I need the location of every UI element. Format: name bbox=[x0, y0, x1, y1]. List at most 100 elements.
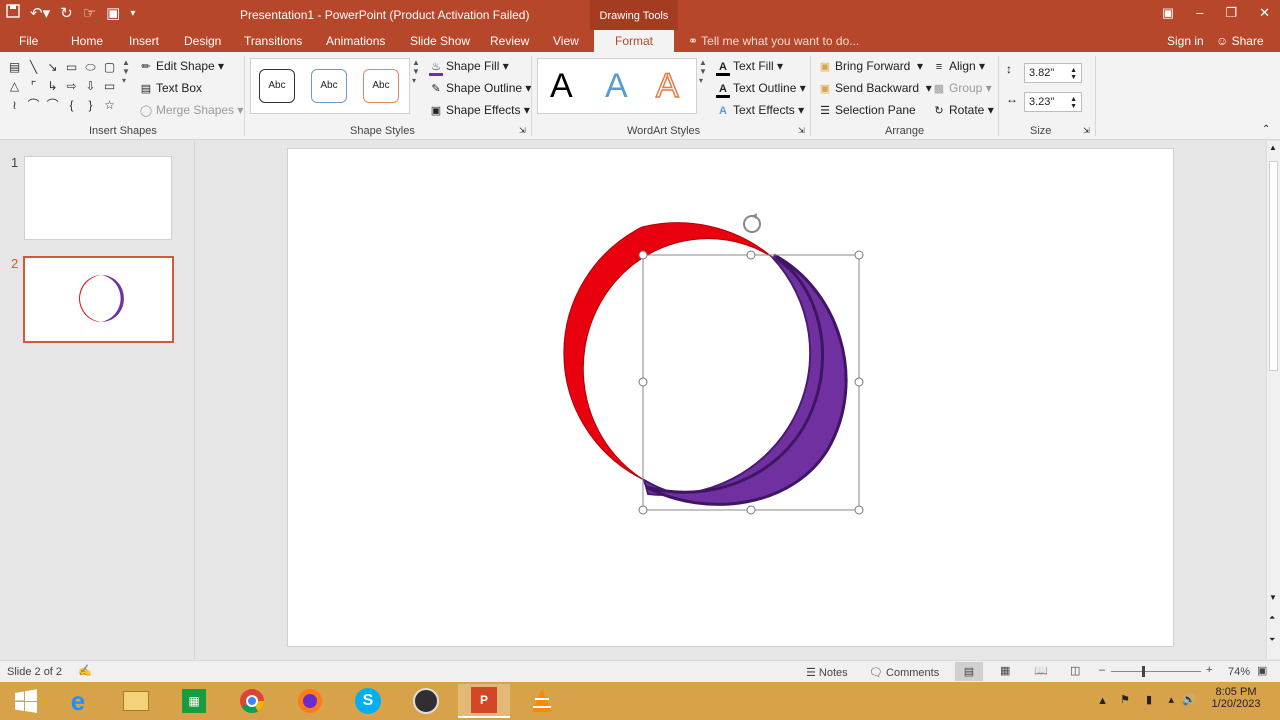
zoom-level[interactable]: 74% bbox=[1228, 666, 1250, 678]
shape-styles-gallery[interactable]: Abc Abc Abc bbox=[250, 58, 410, 114]
elbow-arrow-icon[interactable]: ↳ bbox=[43, 77, 62, 96]
rectangle-shape-icon[interactable]: ▭ bbox=[62, 58, 81, 77]
redo-icon[interactable]: ↻ bbox=[60, 4, 73, 24]
normal-view-icon[interactable]: ▤ bbox=[955, 662, 983, 681]
slide-thumbnail-1[interactable] bbox=[24, 156, 172, 240]
size-launcher-icon[interactable]: ⇲ bbox=[1083, 126, 1090, 135]
save-icon[interactable] bbox=[6, 4, 20, 24]
shape-styles-more-icon[interactable]: ▲ ▼ ▾ bbox=[412, 58, 422, 85]
close-icon[interactable]: ✕ bbox=[1259, 2, 1270, 24]
textbox-shape-icon[interactable]: ▤ bbox=[5, 58, 24, 77]
elbow-connector-icon[interactable]: ⌜ bbox=[24, 77, 43, 96]
left-brace-icon[interactable]: { bbox=[62, 96, 81, 115]
freeform-icon[interactable]: ≀ bbox=[5, 96, 24, 115]
tab-design[interactable]: Design bbox=[184, 34, 221, 48]
triangle-shape-icon[interactable]: △ bbox=[5, 77, 24, 96]
wordart-styles-gallery[interactable]: A A A bbox=[537, 58, 697, 114]
next-slide-icon[interactable]: ⏷ bbox=[1269, 635, 1275, 645]
text-fill-button[interactable]: A Text Fill ▾ bbox=[716, 59, 783, 76]
slideshow-icon[interactable]: ◫ bbox=[1070, 664, 1080, 677]
undo-icon[interactable]: ↶▾ bbox=[30, 4, 50, 24]
clock[interactable]: 8:05 PM 1/20/2023 bbox=[1208, 686, 1264, 710]
notes-button[interactable]: ☰ Notes bbox=[806, 666, 848, 679]
line-shape-icon[interactable]: ╲ bbox=[24, 58, 43, 77]
right-arrow-shape-icon[interactable]: ⇨ bbox=[62, 77, 81, 96]
file-explorer-icon[interactable] bbox=[110, 684, 162, 718]
network-icon[interactable]: ▴ bbox=[1168, 693, 1174, 706]
width-spinner-icon[interactable]: ▲ ▼ bbox=[1070, 96, 1077, 110]
bring-forward-button[interactable]: ▣ Bring Forward ▾ bbox=[818, 59, 923, 73]
merge-shapes-button[interactable]: ◯ Merge Shapes ▾ bbox=[139, 103, 244, 117]
tab-animations[interactable]: Animations bbox=[326, 34, 385, 48]
right-brace-icon[interactable]: } bbox=[81, 96, 100, 115]
vertical-scrollbar[interactable]: ▲ ▼ ⏶ ⏷ bbox=[1266, 141, 1280, 659]
shape-outline-button[interactable]: ✎ Shape Outline ▾ bbox=[429, 81, 531, 95]
down-arrow-shape-icon[interactable]: ⇩ bbox=[81, 77, 100, 96]
group-button[interactable]: ▩ Group ▾ bbox=[932, 81, 992, 95]
obs-icon[interactable] bbox=[400, 684, 452, 718]
show-hidden-icons-icon[interactable]: ▲ bbox=[1097, 695, 1108, 707]
tab-home[interactable]: Home bbox=[71, 34, 103, 48]
tab-file[interactable]: File bbox=[19, 34, 38, 48]
shape-styles-launcher-icon[interactable]: ⇲ bbox=[519, 126, 526, 135]
send-backward-button[interactable]: ▣ Send Backward ▾ bbox=[818, 81, 932, 95]
selection-pane-button[interactable]: ☰ Selection Pane bbox=[818, 103, 916, 117]
wordart-styles-launcher-icon[interactable]: ⇲ bbox=[798, 126, 805, 135]
ribbon-display-options-icon[interactable]: ▣ bbox=[1162, 2, 1174, 24]
rotate-button[interactable]: ↻ Rotate ▾ bbox=[932, 103, 993, 117]
height-spinner-icon[interactable]: ▲ ▼ bbox=[1070, 67, 1077, 81]
slide-thumbnail-2[interactable] bbox=[23, 256, 174, 343]
align-button[interactable]: ≡ Align ▾ bbox=[932, 59, 985, 73]
presenter-icon[interactable]: ▣ bbox=[106, 4, 120, 24]
internet-explorer-icon[interactable]: e bbox=[52, 684, 104, 718]
rounded-rect-shape-icon[interactable]: ▢ bbox=[100, 58, 119, 77]
fit-to-window-icon[interactable]: ▣ bbox=[1257, 664, 1267, 677]
spell-check-icon[interactable]: ✍ bbox=[78, 664, 92, 677]
tab-insert[interactable]: Insert bbox=[129, 34, 159, 48]
curve-icon[interactable]: ⌒ bbox=[24, 96, 43, 115]
shape-height-field[interactable]: 3.82" ▲ ▼ bbox=[1024, 63, 1082, 83]
customize-qat-icon[interactable]: ▾ bbox=[130, 4, 135, 24]
wordart-preset-black[interactable]: A bbox=[550, 67, 573, 106]
action-center-icon[interactable]: ⚑ bbox=[1120, 693, 1130, 706]
shape-width-field[interactable]: 3.23" ▲ ▼ bbox=[1024, 92, 1082, 112]
edit-shape-button[interactable]: ✏ Edit Shape ▾ bbox=[139, 59, 224, 73]
wordart-preset-blue[interactable]: A bbox=[605, 67, 628, 106]
zoom-out-icon[interactable]: – bbox=[1099, 664, 1105, 676]
rect-shape-icon[interactable]: ▭ bbox=[100, 77, 119, 96]
shape-style-preset-orange[interactable]: Abc bbox=[363, 69, 399, 103]
wordart-preset-orange-outline[interactable]: A bbox=[655, 66, 679, 106]
zoom-slider[interactable] bbox=[1111, 671, 1201, 672]
sign-in-link[interactable]: Sign in bbox=[1167, 34, 1204, 48]
vlc-icon[interactable] bbox=[516, 684, 568, 718]
scroll-down-icon[interactable]: ▼ bbox=[1269, 593, 1277, 602]
text-outline-button[interactable]: A Text Outline ▾ bbox=[716, 81, 806, 98]
slide-canvas[interactable] bbox=[287, 148, 1174, 647]
battery-icon[interactable]: ▮ bbox=[1146, 693, 1152, 706]
star-shape-icon[interactable]: ☆ bbox=[100, 96, 119, 115]
oval-shape-icon[interactable]: ⬭ bbox=[81, 58, 100, 77]
tell-me-search[interactable]: ⚭ Tell me what you want to do... bbox=[688, 34, 859, 48]
comments-button[interactable]: 🗨 Comments bbox=[869, 666, 939, 679]
zoom-slider-thumb[interactable] bbox=[1142, 666, 1145, 677]
start-button[interactable] bbox=[0, 684, 52, 718]
slide-sorter-icon[interactable]: ▦ bbox=[1000, 664, 1010, 677]
firefox-icon[interactable] bbox=[284, 684, 336, 718]
collapse-ribbon-icon[interactable]: ⌃ bbox=[1262, 124, 1270, 135]
text-effects-button[interactable]: A Text Effects ▾ bbox=[716, 103, 804, 117]
shape-style-preset-dark[interactable]: Abc bbox=[259, 69, 295, 103]
tab-format[interactable]: Format bbox=[594, 30, 675, 53]
tab-transitions[interactable]: Transitions bbox=[244, 34, 302, 48]
store-icon[interactable]: ▦ bbox=[168, 684, 220, 718]
skype-icon[interactable]: S bbox=[342, 684, 394, 718]
wordart-styles-more-icon[interactable]: ▲ ▼ ▾ bbox=[699, 58, 709, 85]
share-button[interactable]: ☺ Share bbox=[1216, 34, 1264, 48]
scroll-thumb[interactable] bbox=[1269, 161, 1278, 371]
minimize-icon[interactable]: – bbox=[1196, 2, 1203, 24]
reading-view-icon[interactable]: 📖 bbox=[1034, 664, 1048, 677]
tab-slide-show[interactable]: Slide Show bbox=[410, 34, 470, 48]
tab-view[interactable]: View bbox=[553, 34, 579, 48]
scroll-up-icon[interactable]: ▲ bbox=[1269, 143, 1277, 152]
restore-icon[interactable]: ❐ bbox=[1225, 2, 1237, 24]
zoom-in-icon[interactable]: + bbox=[1206, 664, 1212, 676]
